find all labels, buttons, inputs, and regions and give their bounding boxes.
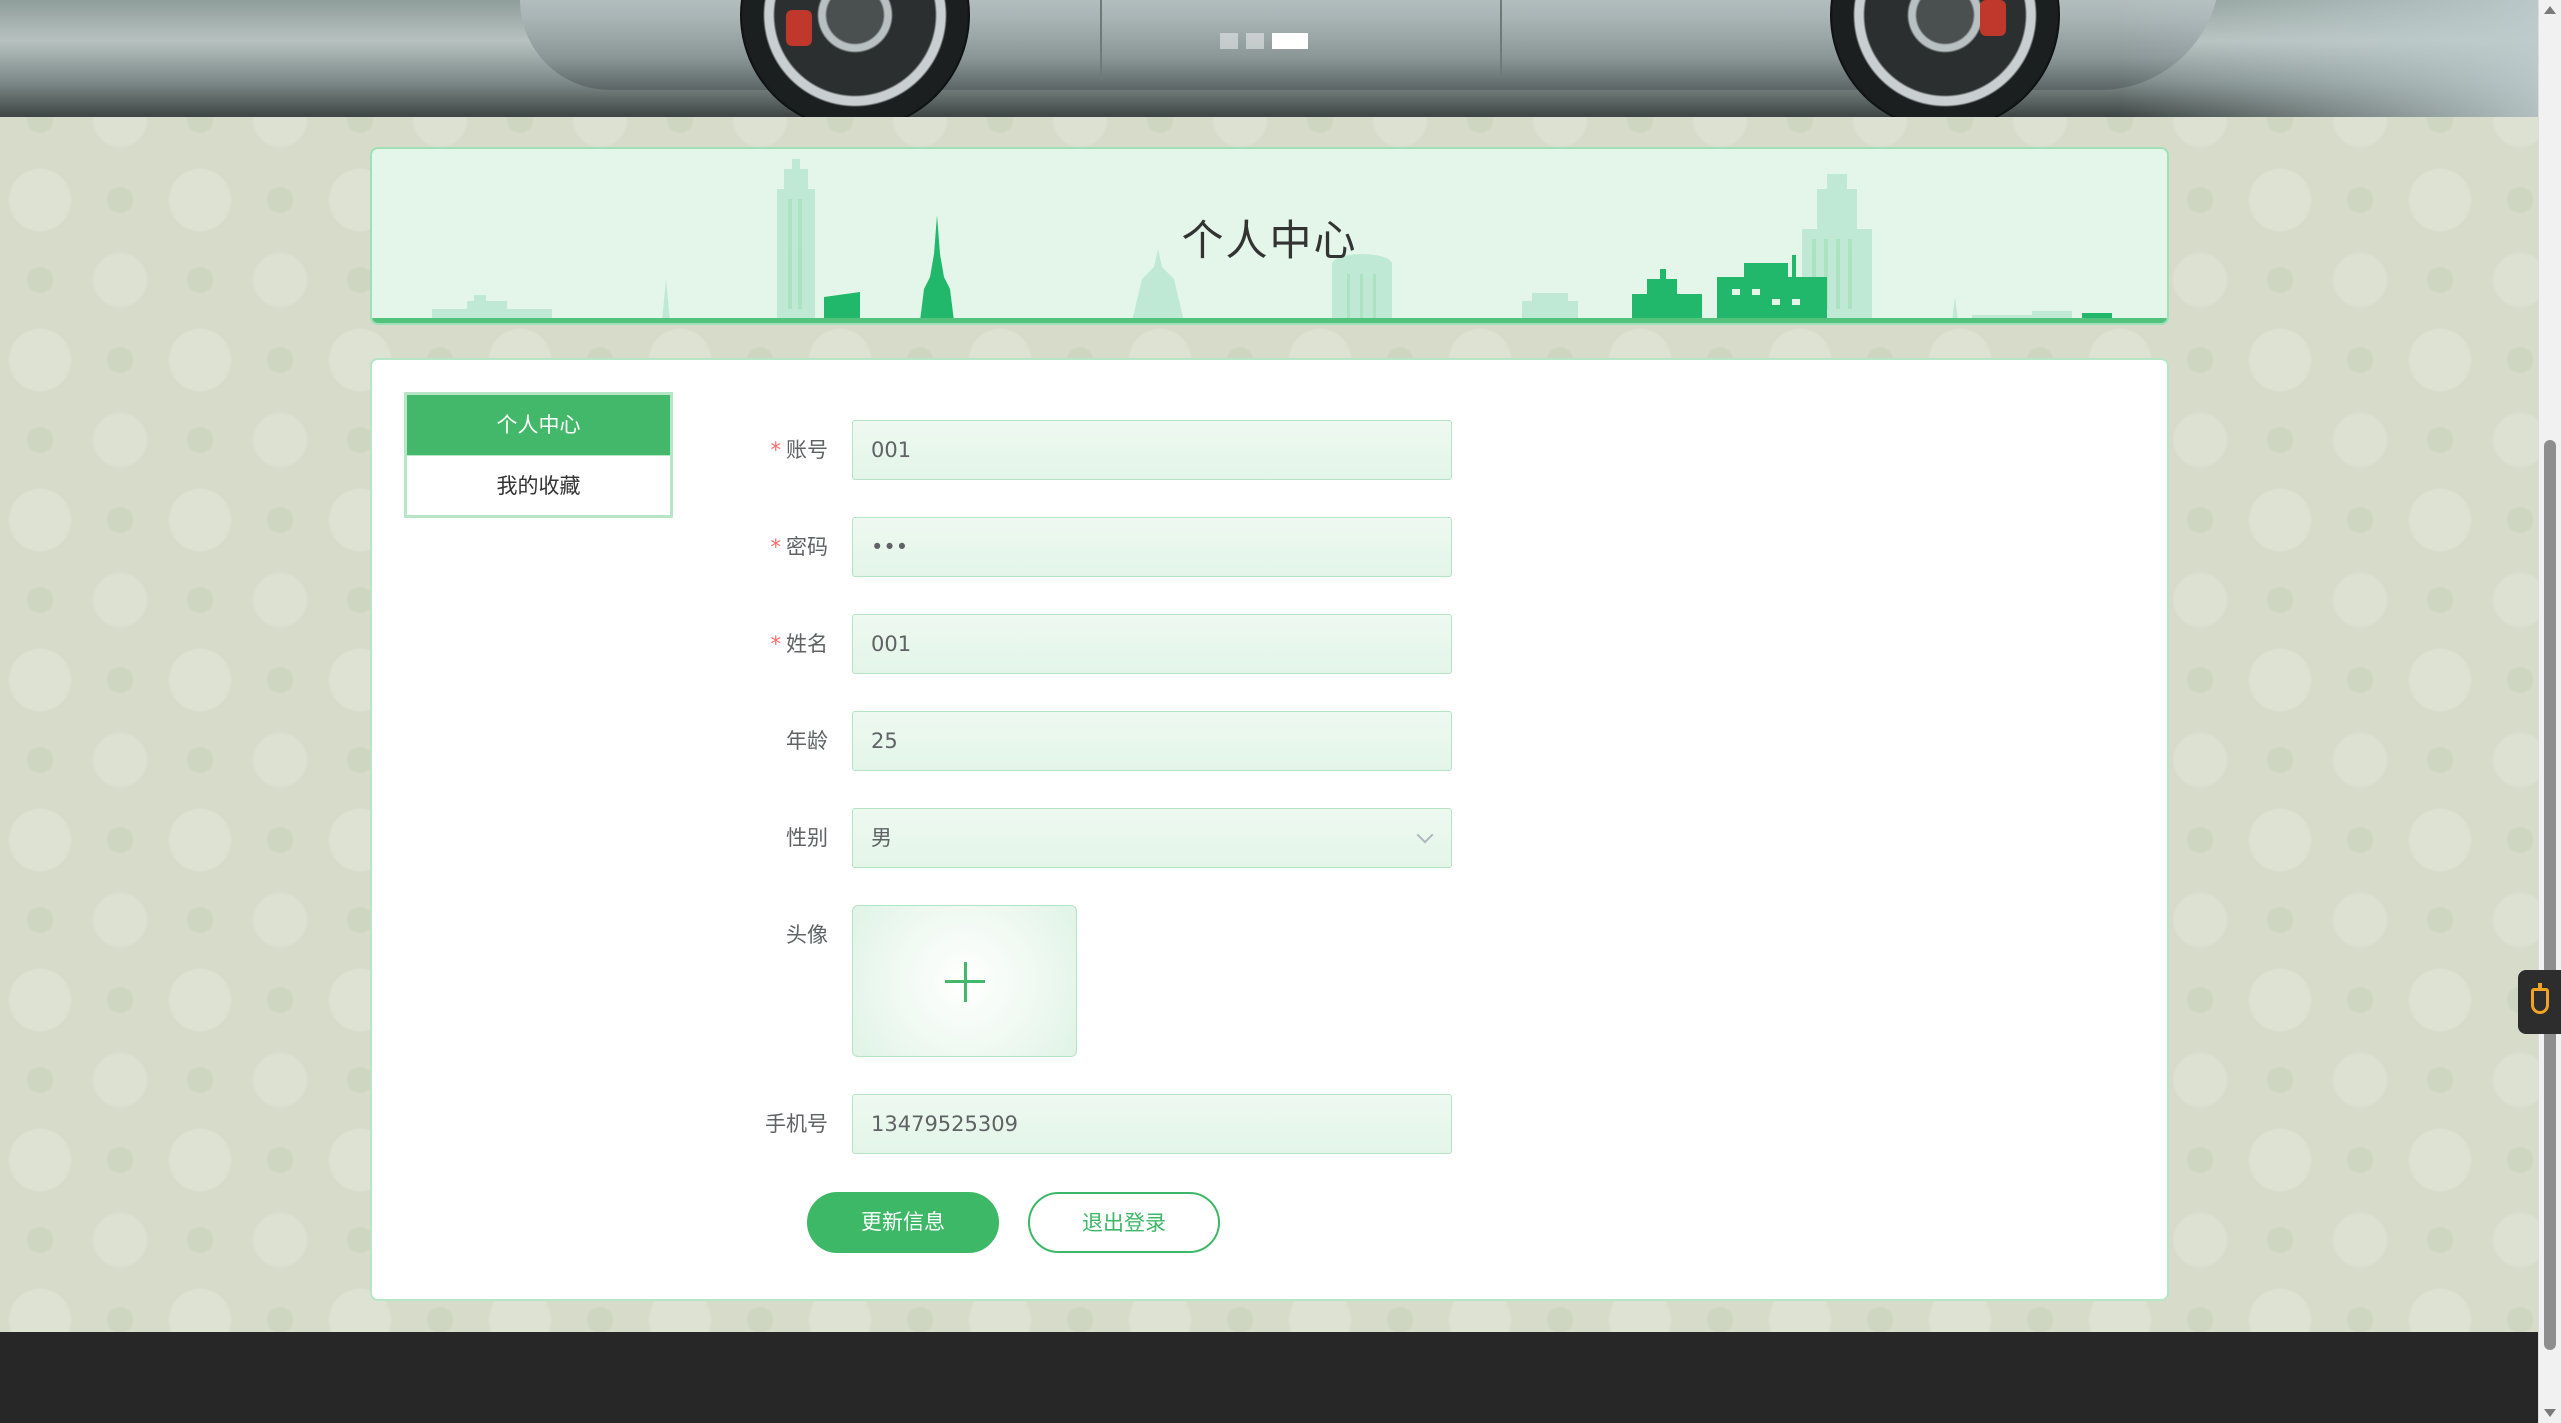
- avatar-label: 头像: [786, 923, 828, 947]
- required-mark: *: [770, 632, 782, 656]
- password-input[interactable]: •••: [852, 517, 1452, 577]
- banner-wheel-right: [1830, 0, 2060, 117]
- gender-label: 性别: [786, 826, 828, 850]
- required-mark: *: [770, 438, 782, 462]
- banner-wheel-left: [740, 0, 970, 117]
- password-label: * 密码: [770, 535, 829, 559]
- logout-button[interactable]: 退出登录: [1028, 1192, 1220, 1253]
- scrollbar-thumb[interactable]: [2544, 440, 2556, 1350]
- name-input[interactable]: 001: [852, 614, 1452, 674]
- banner-carousel: [0, 0, 2538, 117]
- sidebar-menu: 个人中心 我的收藏: [404, 392, 673, 518]
- floating-widget-button[interactable]: [2518, 970, 2561, 1034]
- account-label: * 账号: [770, 438, 829, 462]
- cup-icon: [2531, 983, 2549, 1014]
- sidebar-item-profile[interactable]: 个人中心: [407, 395, 670, 455]
- account-input[interactable]: 001: [852, 420, 1452, 480]
- update-info-button[interactable]: 更新信息: [807, 1192, 999, 1253]
- carousel-dot-3[interactable]: [1272, 33, 1308, 49]
- chevron-down-icon: [1416, 826, 1434, 844]
- carousel-dot-1[interactable]: [1220, 33, 1238, 49]
- form-actions: 更新信息 退出登录: [807, 1192, 1220, 1253]
- profile-card: 个人中心 我的收藏 * 账号 001 * 密码 ••• * 姓名 001 年龄 25 …: [370, 358, 2169, 1301]
- scroll-up-arrow-icon[interactable]: [2544, 6, 2556, 14]
- page-scrollbar[interactable]: [2538, 0, 2561, 1423]
- sidebar-item-favorites[interactable]: 我的收藏: [407, 455, 670, 515]
- required-mark: *: [770, 535, 782, 559]
- gender-select[interactable]: 男: [852, 808, 1452, 868]
- gender-selected-value: 男: [871, 826, 892, 850]
- age-input[interactable]: 25: [852, 711, 1452, 771]
- carousel-dot-2[interactable]: [1246, 33, 1264, 49]
- age-label: 年龄: [786, 729, 828, 753]
- page-footer: [0, 1332, 2538, 1423]
- carousel-indicators: [1220, 33, 1308, 49]
- title-banner: 个人中心: [370, 147, 2169, 325]
- phone-input[interactable]: 13479525309: [852, 1094, 1452, 1154]
- avatar-upload[interactable]: [852, 905, 1077, 1057]
- page-title: 个人中心: [1181, 216, 1358, 265]
- name-label: * 姓名: [770, 632, 829, 656]
- scroll-down-arrow-icon[interactable]: [2544, 1409, 2556, 1417]
- phone-label: 手机号: [765, 1112, 828, 1136]
- title-banner-baseline: [372, 318, 2167, 323]
